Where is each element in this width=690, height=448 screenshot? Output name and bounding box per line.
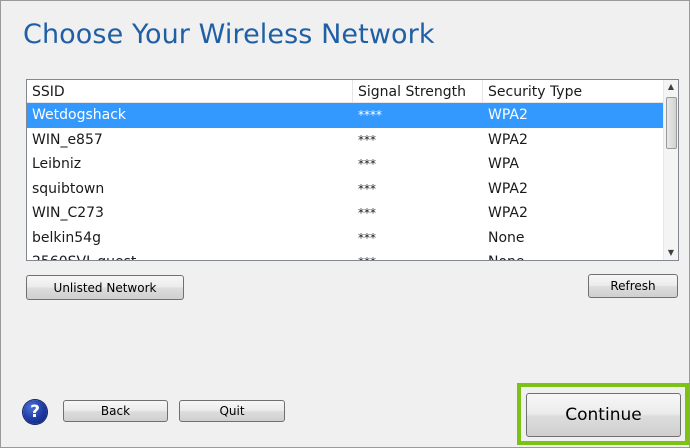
cell-ssid: belkin54g — [32, 229, 101, 246]
cell-security-type: WPA2 — [488, 107, 528, 123]
vertical-scrollbar[interactable]: ▲ ▼ — [663, 80, 678, 260]
column-header-security-type[interactable]: Security Type — [483, 80, 663, 102]
cell-ssid: Wetdogshack — [32, 107, 127, 123]
column-header-ssid[interactable]: SSID — [27, 80, 353, 102]
continue-button[interactable]: Continue — [526, 393, 681, 437]
cell-ssid: squibtown — [32, 180, 105, 197]
cell-security-type: WPA2 — [488, 180, 528, 197]
table-row[interactable]: belkin54g *** None — [27, 226, 663, 251]
back-button[interactable]: Back — [63, 400, 168, 422]
cell-ssid: Leibniz — [32, 156, 82, 172]
refresh-button[interactable]: Refresh — [588, 274, 678, 298]
help-icon[interactable]: ? — [23, 400, 47, 424]
scroll-down-arrow-icon[interactable]: ▼ — [664, 246, 678, 260]
cell-ssid: WIN_e857 — [32, 131, 103, 148]
page-title: Choose Your Wireless Network — [23, 19, 435, 50]
table-row[interactable]: WIN_e857 *** WPA2 — [27, 128, 663, 153]
table-row[interactable]: 2560SVI_guest***None — [27, 250, 663, 260]
unlisted-network-button[interactable]: Unlisted Network — [26, 275, 184, 300]
cell-security-type: WPA2 — [488, 131, 528, 148]
list-header: SSID Signal Strength Security Type — [27, 80, 663, 103]
cell-security-type: None — [483, 250, 663, 260]
cell-signal-strength: *** — [358, 230, 376, 245]
cell-ssid: 2560SVI_guest — [27, 250, 353, 260]
cell-signal-strength: *** — [358, 206, 376, 220]
table-row[interactable]: squibtown *** WPA2 — [27, 177, 663, 202]
cell-signal-strength: *** — [358, 181, 376, 196]
wireless-setup-window: Choose Your Wireless Network SSID Signal… — [0, 0, 690, 448]
cell-signal-strength: **** — [358, 108, 382, 122]
cell-signal-strength: *** — [353, 250, 483, 260]
network-list[interactable]: SSID Signal Strength Security Type Wetdo… — [26, 79, 679, 261]
cell-security-type: WPA — [488, 156, 519, 172]
scroll-up-arrow-icon[interactable]: ▲ — [664, 80, 678, 94]
quit-button[interactable]: Quit — [179, 400, 285, 422]
network-rows: Wetdogshack **** WPA2 WIN_e857 *** WPA2 Leibni… — [27, 103, 663, 260]
scroll-thumb[interactable] — [666, 97, 677, 149]
cell-security-type: WPA2 — [488, 205, 528, 221]
cell-signal-strength: *** — [358, 132, 376, 147]
cell-signal-strength: *** — [358, 157, 376, 171]
table-row[interactable]: WIN_C273 *** WPA2 — [27, 201, 663, 226]
cell-security-type: None — [488, 229, 525, 246]
table-row[interactable]: Leibniz *** WPA — [27, 152, 663, 177]
cell-ssid: WIN_C273 — [32, 205, 104, 221]
column-header-signal-strength[interactable]: Signal Strength — [353, 80, 483, 102]
table-row[interactable]: Wetdogshack **** WPA2 — [27, 103, 663, 128]
